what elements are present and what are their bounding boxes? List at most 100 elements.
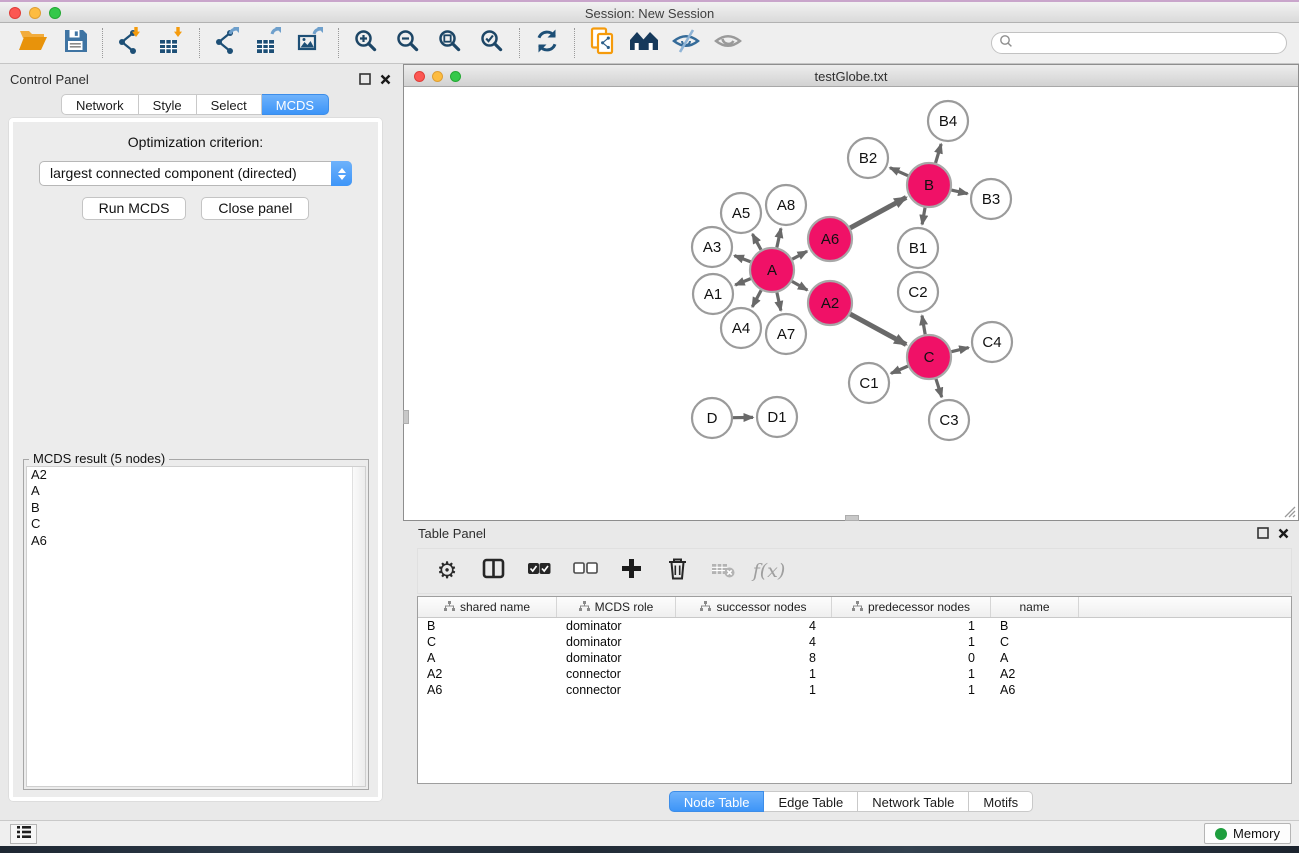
mcds-result-item[interactable]: A2 xyxy=(27,467,365,483)
mcds-result-item[interactable]: C xyxy=(27,516,365,532)
cell-shared-name[interactable]: B xyxy=(418,618,557,634)
delete-row-button[interactable] xyxy=(658,553,696,589)
cell-name[interactable]: B xyxy=(991,618,1079,634)
memory-button[interactable]: Memory xyxy=(1204,823,1291,844)
zoom-out-button[interactable] xyxy=(387,26,429,60)
cell-successor-nodes[interactable]: 4 xyxy=(676,618,832,634)
table-row[interactable]: Cdominator41C xyxy=(418,634,1291,650)
edge-A-A4[interactable] xyxy=(752,290,761,307)
close-panel-icon[interactable] xyxy=(380,73,391,88)
tab-mcds[interactable]: MCDS xyxy=(262,94,329,115)
deselect-all-button[interactable] xyxy=(566,553,604,589)
zoom-in-button[interactable] xyxy=(345,26,387,60)
tab-node-table[interactable]: Node Table xyxy=(669,791,765,812)
cell-predecessor-nodes[interactable]: 0 xyxy=(832,650,991,666)
zoom-selected-button[interactable] xyxy=(471,26,513,60)
edge-A-A3[interactable] xyxy=(734,256,750,262)
cell-shared-name[interactable]: C xyxy=(418,634,557,650)
save-session-button[interactable] xyxy=(54,26,96,60)
mcds-result-item[interactable]: A6 xyxy=(27,533,365,549)
table-row[interactable]: A2connector11A2 xyxy=(418,666,1291,682)
close-panel-button[interactable]: Close panel xyxy=(201,197,309,220)
resize-grip[interactable] xyxy=(1282,504,1296,518)
cell-name[interactable]: C xyxy=(991,634,1079,650)
open-session-button[interactable] xyxy=(12,26,54,60)
tab-select[interactable]: Select xyxy=(197,94,262,115)
edge-B-B1[interactable] xyxy=(922,208,925,225)
tab-network[interactable]: Network xyxy=(61,94,139,115)
export-image-button[interactable] xyxy=(290,26,332,60)
network-graph[interactable]: AA1A2A3A4A5A6A7A8BB1B2B3B4CC1C2C3C4DD1 xyxy=(405,87,1298,520)
edge-A-A6[interactable] xyxy=(792,251,807,259)
tab-edge-table[interactable]: Edge Table xyxy=(764,791,858,812)
table-row[interactable]: A6connector11A6 xyxy=(418,682,1291,698)
float-panel-icon[interactable] xyxy=(359,73,371,88)
cell-shared-name[interactable]: A xyxy=(418,650,557,666)
cell-MCDS-role[interactable]: dominator xyxy=(557,650,676,666)
copy-network-button[interactable] xyxy=(581,26,623,60)
tab-style[interactable]: Style xyxy=(139,94,197,115)
task-history-button[interactable] xyxy=(10,824,37,844)
mcds-result-list[interactable]: A2ABCA6 xyxy=(26,466,366,787)
edge-B-B4[interactable] xyxy=(936,144,942,163)
mcds-result-item[interactable]: A xyxy=(27,483,365,499)
export-network-button[interactable] xyxy=(206,26,248,60)
network-canvas[interactable]: AA1A2A3A4A5A6A7A8BB1B2B3B4CC1C2C3C4DD1 xyxy=(405,87,1297,519)
close-panel-icon[interactable] xyxy=(1278,527,1289,542)
cell-MCDS-role[interactable]: connector xyxy=(557,666,676,682)
mcds-result-item[interactable]: B xyxy=(27,500,365,516)
cell-successor-nodes[interactable]: 8 xyxy=(676,650,832,666)
cell-name[interactable]: A xyxy=(991,650,1079,666)
edge-A-A1[interactable] xyxy=(735,279,750,285)
edge-C-C3[interactable] xyxy=(936,379,942,397)
cell-MCDS-role[interactable]: connector xyxy=(557,682,676,698)
column-header-predecessor-nodes[interactable]: predecessor nodes xyxy=(832,597,991,617)
edge-A-A7[interactable] xyxy=(777,292,781,310)
column-header-successor-nodes[interactable]: successor nodes xyxy=(676,597,832,617)
search-field[interactable] xyxy=(991,32,1287,54)
cell-predecessor-nodes[interactable]: 1 xyxy=(832,618,991,634)
home-button[interactable] xyxy=(623,26,665,60)
cell-predecessor-nodes[interactable]: 1 xyxy=(832,634,991,650)
edge-A2-C[interactable] xyxy=(850,314,906,345)
cell-predecessor-nodes[interactable]: 1 xyxy=(832,666,991,682)
edge-C-C1[interactable] xyxy=(891,366,908,373)
table-row[interactable]: Adominator80A xyxy=(418,650,1291,666)
scrollbar[interactable] xyxy=(352,467,365,786)
cell-successor-nodes[interactable]: 1 xyxy=(676,666,832,682)
column-header-name[interactable]: name xyxy=(991,597,1079,617)
run-mcds-button[interactable]: Run MCDS xyxy=(82,197,187,220)
cell-MCDS-role[interactable]: dominator xyxy=(557,634,676,650)
cell-predecessor-nodes[interactable]: 1 xyxy=(832,682,991,698)
column-header-shared-name[interactable]: shared name xyxy=(418,597,557,617)
node-table[interactable]: shared nameMCDS rolesuccessor nodesprede… xyxy=(417,596,1292,784)
edge-B-B2[interactable] xyxy=(890,168,908,176)
cell-successor-nodes[interactable]: 1 xyxy=(676,682,832,698)
tab-network-table[interactable]: Network Table xyxy=(858,791,969,812)
cell-MCDS-role[interactable]: dominator xyxy=(557,618,676,634)
criterion-dropdown[interactable]: largest connected component (directed) xyxy=(39,161,352,186)
split-view-button[interactable] xyxy=(474,553,512,589)
edge-B-B3[interactable] xyxy=(951,190,967,194)
cell-shared-name[interactable]: A2 xyxy=(418,666,557,682)
search-input[interactable] xyxy=(1013,34,1286,52)
edge-C-C4[interactable] xyxy=(951,348,968,352)
import-table-button[interactable] xyxy=(151,26,193,60)
hide-eye-button[interactable] xyxy=(665,26,707,60)
cell-name[interactable]: A6 xyxy=(991,682,1079,698)
select-all-button[interactable] xyxy=(520,553,558,589)
column-header-MCDS-role[interactable]: MCDS role xyxy=(557,597,676,617)
edge-A-A8[interactable] xyxy=(777,228,781,247)
vertical-scroll-thumb[interactable] xyxy=(403,410,409,424)
table-row[interactable]: Bdominator41B xyxy=(418,618,1291,634)
cell-shared-name[interactable]: A6 xyxy=(418,682,557,698)
float-panel-icon[interactable] xyxy=(1257,527,1269,542)
zoom-fit-button[interactable] xyxy=(429,26,471,60)
show-eye-button[interactable] xyxy=(707,26,749,60)
settings-button[interactable]: ⚙ xyxy=(428,553,466,589)
refresh-button[interactable] xyxy=(526,26,568,60)
import-network-button[interactable] xyxy=(109,26,151,60)
add-row-button[interactable] xyxy=(612,553,650,589)
cell-successor-nodes[interactable]: 4 xyxy=(676,634,832,650)
tab-motifs[interactable]: Motifs xyxy=(969,791,1033,812)
